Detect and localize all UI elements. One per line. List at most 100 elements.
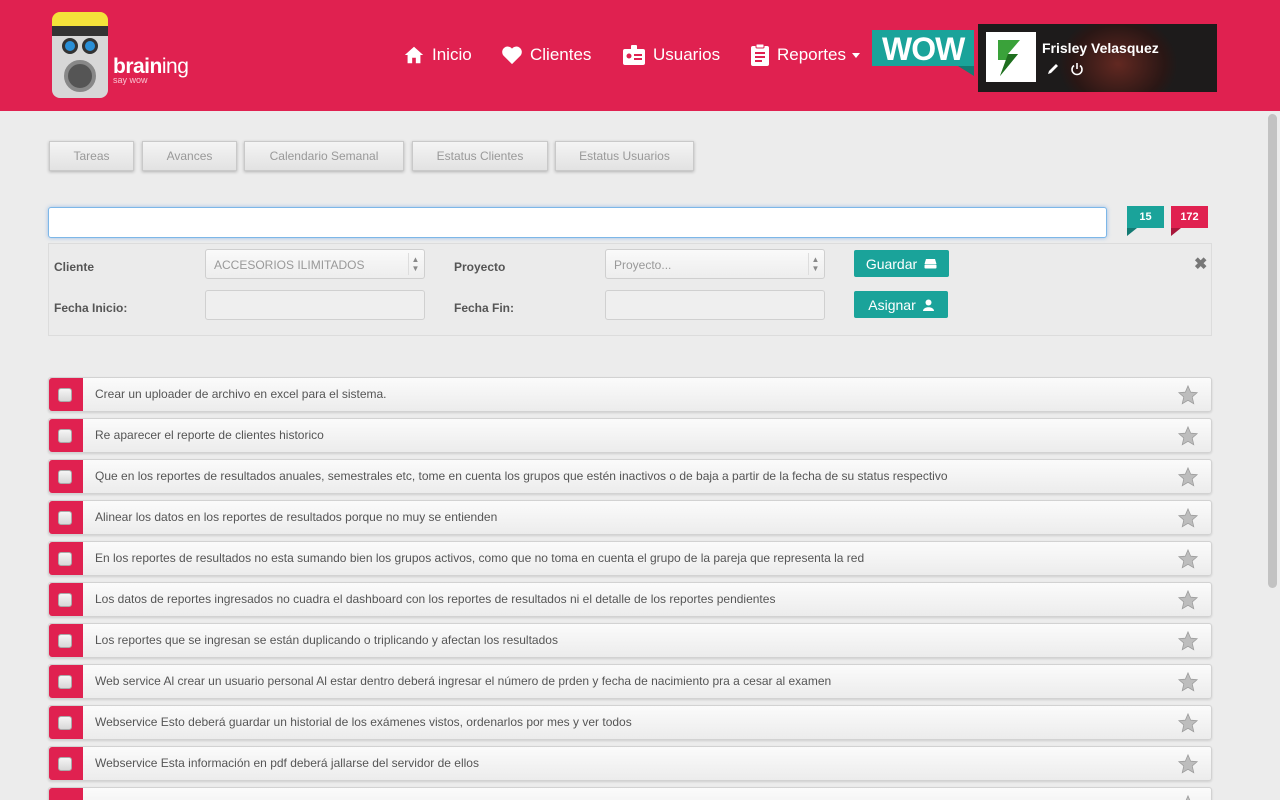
task-checkbox[interactable] <box>58 511 72 525</box>
wow-banner-tail <box>958 66 974 76</box>
user-icon <box>922 299 934 311</box>
tab-estatus-clientes[interactable]: Estatus Clientes <box>412 141 548 171</box>
brand-name-light: ing <box>161 55 189 78</box>
asignar-button-label: Asignar <box>868 296 916 313</box>
task-row[interactable]: Los datos de reportes ingresados no cuad… <box>48 582 1212 617</box>
hard-drive-icon <box>924 259 937 269</box>
task-input[interactable] <box>48 207 1107 238</box>
asignar-button[interactable]: Asignar <box>854 291 948 318</box>
nav-usuarios[interactable]: Usuarios <box>622 40 720 70</box>
nav-inicio-label: Inicio <box>432 45 472 64</box>
task-checkbox[interactable] <box>58 470 72 484</box>
tab-estatus-usuarios[interactable]: Estatus Usuarios <box>555 141 694 171</box>
task-row[interactable]: Crear un uploader de archivo en excel pa… <box>48 377 1212 412</box>
star-icon[interactable] <box>1177 425 1199 447</box>
proyecto-select-placeholder: Proyecto... <box>614 258 672 272</box>
count-badge-red[interactable]: 172 <box>1171 206 1208 236</box>
task-checkbox-cell <box>49 624 83 657</box>
task-checkbox-cell <box>49 583 83 616</box>
star-icon[interactable] <box>1177 712 1199 734</box>
logo-robot-icon[interactable] <box>52 12 108 98</box>
task-text: Web service Al crear un usuario personal… <box>95 674 832 688</box>
nav-inicio[interactable]: Inicio <box>403 40 472 70</box>
nav-clientes[interactable]: Clientes <box>501 40 591 70</box>
nav-reportes-label: Reportes <box>777 45 846 64</box>
task-checkbox-cell <box>49 378 83 411</box>
task-row[interactable]: Re aparecer el reporte de clientes histo… <box>48 418 1212 453</box>
cliente-select-value: ACCESORIOS ILIMITADOS <box>214 258 365 272</box>
task-checkbox[interactable] <box>58 675 72 689</box>
id-card-icon <box>623 45 645 65</box>
select-arrows-icon: ▲ ▼ <box>808 253 822 275</box>
task-row[interactable]: Webservice Esto deberá guardar un histor… <box>48 705 1212 740</box>
task-row[interactable]: En los reportes de resultados no esta su… <box>48 541 1212 576</box>
task-text: Webservice Esta información en pdf deber… <box>95 756 479 770</box>
task-text: Re aparecer el reporte de clientes histo… <box>95 428 324 442</box>
task-row[interactable]: Web service Al crear un usuario personal… <box>48 664 1212 699</box>
task-checkbox[interactable] <box>58 593 72 607</box>
task-row[interactable]: Los reportes que se ingresan se están du… <box>48 623 1212 658</box>
star-icon[interactable] <box>1177 589 1199 611</box>
brand-wordmark: braining say wow <box>113 55 189 85</box>
task-text: Alinear los datos en los reportes de res… <box>95 510 498 524</box>
task-row[interactable]: Webservice Esta información en pdf deber… <box>48 746 1212 781</box>
fecha-fin-field[interactable] <box>605 290 825 320</box>
task-checkbox[interactable] <box>58 716 72 730</box>
task-checkbox[interactable] <box>58 552 72 566</box>
star-icon[interactable] <box>1177 384 1199 406</box>
task-text: Que en los reportes de resultados anuale… <box>95 469 948 483</box>
count-badge-green[interactable]: 15 <box>1127 206 1164 236</box>
task-text: Los datos de reportes ingresados no cuad… <box>95 592 776 606</box>
home-icon <box>404 46 424 64</box>
star-icon[interactable] <box>1177 671 1199 693</box>
tab-calendario-semanal[interactable]: Calendario Semanal <box>244 141 404 171</box>
close-icon[interactable]: ✖ <box>1194 254 1207 274</box>
guardar-button-label: Guardar <box>865 255 918 272</box>
task-checkbox[interactable] <box>58 634 72 648</box>
task-text: Los reportes que se ingresan se están du… <box>95 633 558 647</box>
task-row[interactable]: Que en los reportes de resultados anuale… <box>48 459 1212 494</box>
nav-usuarios-label: Usuarios <box>653 45 721 64</box>
task-checkbox-cell <box>49 542 83 575</box>
task-checkbox[interactable] <box>58 429 72 443</box>
star-icon[interactable] <box>1177 794 1199 800</box>
fecha-inicio-field[interactable] <box>205 290 425 320</box>
top-header: braining say wow Inicio Clientes Usuario… <box>0 0 1280 111</box>
cliente-select[interactable]: ACCESORIOS ILIMITADOS ▲ ▼ <box>205 249 425 279</box>
star-icon[interactable] <box>1177 753 1199 775</box>
nav-clientes-label: Clientes <box>530 45 592 64</box>
task-checkbox-cell <box>49 419 83 452</box>
scrollbar-thumb[interactable] <box>1268 114 1277 588</box>
wow-banner: WOW <box>872 30 974 67</box>
task-checkbox[interactable] <box>58 388 72 402</box>
chevron-down-icon <box>851 52 860 58</box>
user-panel: Frisley Velasquez <box>978 24 1217 92</box>
tab-tareas[interactable]: Tareas <box>49 141 134 171</box>
task-checkbox[interactable] <box>58 757 72 771</box>
tab-avances[interactable]: Avances <box>142 141 237 171</box>
star-icon[interactable] <box>1177 630 1199 652</box>
nav-reportes-dropdown[interactable]: Reportes <box>750 40 860 70</box>
cliente-label: Cliente <box>54 260 95 274</box>
fecha-fin-label: Fecha Fin: <box>454 301 515 315</box>
pencil-icon[interactable] <box>1046 62 1060 76</box>
proyecto-label: Proyecto <box>454 260 506 274</box>
task-row[interactable]: Alinear los datos en los reportes de res… <box>48 500 1212 535</box>
star-icon[interactable] <box>1177 548 1199 570</box>
guardar-button[interactable]: Guardar <box>854 250 949 277</box>
star-icon[interactable] <box>1177 507 1199 529</box>
task-text: Webservice Esto deberá guardar un histor… <box>95 715 632 729</box>
proyecto-select[interactable]: Proyecto... ▲ ▼ <box>605 249 825 279</box>
task-row[interactable] <box>48 787 1212 800</box>
task-text: Crear un uploader de archivo en excel pa… <box>95 387 387 401</box>
avatar[interactable] <box>986 32 1036 82</box>
user-name: Frisley Velasquez <box>1042 40 1159 56</box>
task-checkbox-cell <box>49 460 83 493</box>
star-icon[interactable] <box>1177 466 1199 488</box>
heart-icon <box>502 46 522 65</box>
power-icon[interactable] <box>1070 62 1084 76</box>
clipboard-icon <box>751 43 769 66</box>
task-checkbox-cell <box>49 665 83 698</box>
task-checkbox-cell <box>49 706 83 739</box>
task-checkbox-cell <box>49 788 83 800</box>
